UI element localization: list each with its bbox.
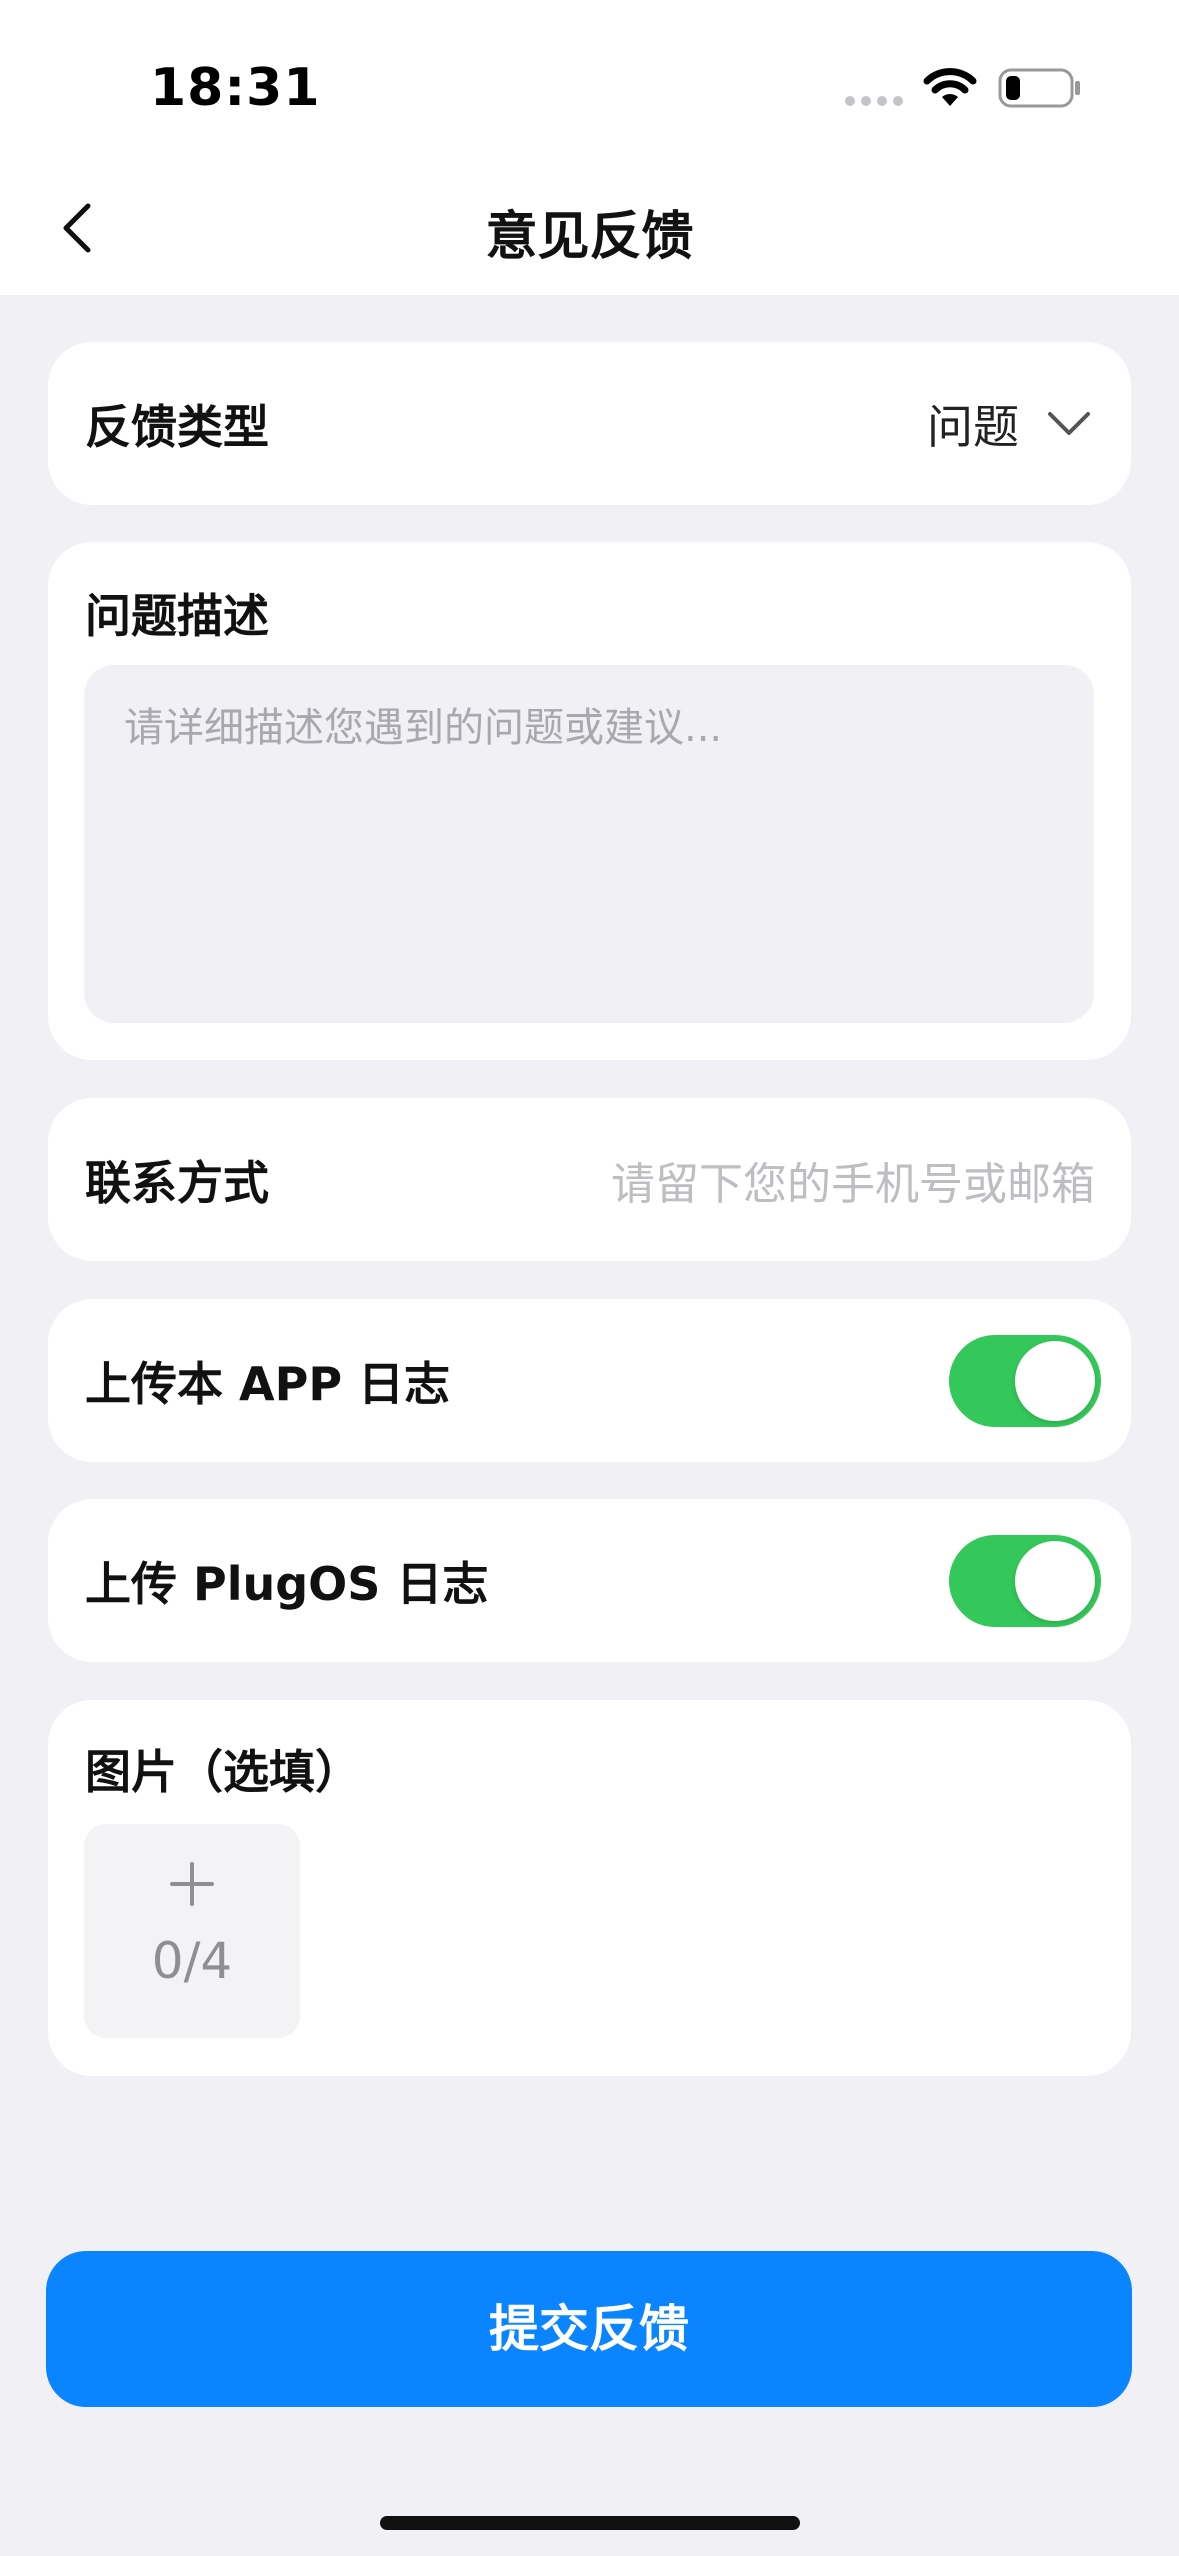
chevron-down-icon[interactable] — [1047, 411, 1091, 437]
upload-plugos-log-toggle[interactable] — [949, 1534, 1101, 1627]
contact-row: 联系方式 请留下您的手机号或邮箱 — [48, 1098, 1131, 1261]
cellular-signal-icon — [845, 96, 903, 106]
feedback-type-label: 反馈类型 — [85, 399, 269, 454]
toggle-knob — [1015, 1340, 1095, 1421]
description-label: 问题描述 — [85, 589, 269, 643]
submit-feedback-button[interactable]: 提交反馈 — [46, 2251, 1132, 2407]
upload-app-log-toggle[interactable] — [949, 1334, 1101, 1427]
image-count: 0/4 — [151, 1932, 233, 1990]
contact-input[interactable]: 请留下您的手机号或邮箱 — [611, 1148, 1095, 1212]
contact-label: 联系方式 — [85, 1155, 269, 1210]
images-label: 图片（选填） — [85, 1745, 361, 1799]
battery-icon — [998, 68, 1080, 108]
toggle-knob — [1015, 1540, 1095, 1621]
upload-app-log-label: 上传本 APP 日志 — [85, 1356, 451, 1411]
images-card: 图片（选填） 0/4 — [48, 1700, 1131, 2076]
description-textarea[interactable]: 请详细描述您遇到的问题或建议... — [84, 665, 1094, 1023]
upload-plugos-log-row: 上传 PlugOS 日志 — [48, 1499, 1131, 1662]
plus-icon — [84, 1860, 300, 1912]
add-image-button[interactable]: 0/4 — [84, 1824, 300, 2038]
home-indicator — [380, 2516, 800, 2530]
status-time: 18:31 — [150, 58, 321, 118]
upload-app-log-row: 上传本 APP 日志 — [48, 1299, 1131, 1462]
wifi-icon — [923, 68, 977, 106]
page-title: 意见反馈 — [485, 207, 694, 267]
description-card: 问题描述 请详细描述您遇到的问题或建议... — [48, 542, 1131, 1060]
feedback-type-value[interactable]: 问题 — [927, 391, 1019, 457]
status-bar: 18:31 — [0, 0, 1179, 180]
upload-plugos-log-label: 上传 PlugOS 日志 — [85, 1556, 489, 1611]
feedback-type-row[interactable]: 反馈类型 问题 — [48, 342, 1131, 505]
